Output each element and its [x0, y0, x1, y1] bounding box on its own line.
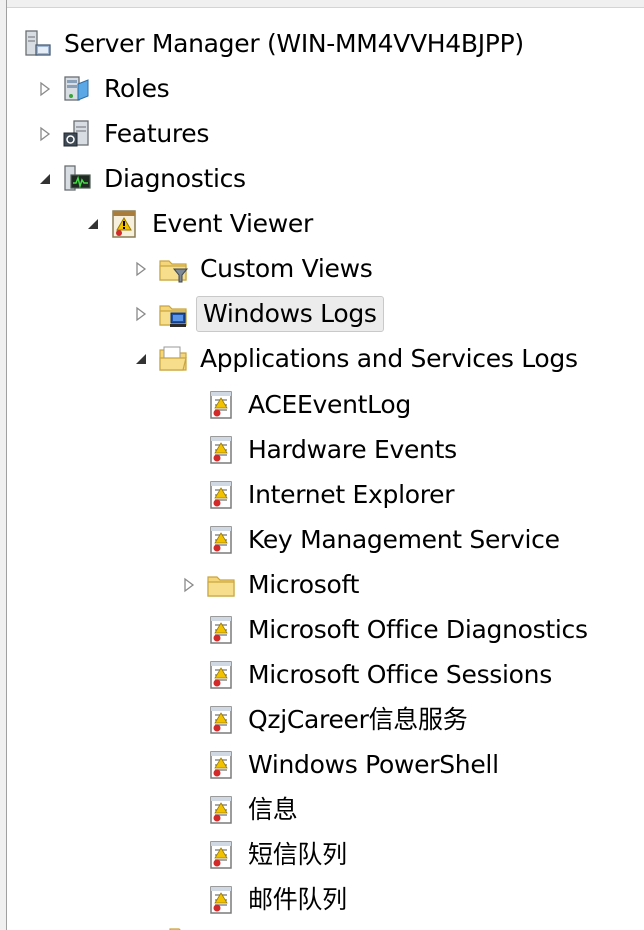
tree-node-label: ACEEventLog — [248, 390, 411, 419]
log-icon — [206, 660, 236, 690]
features-icon — [63, 120, 89, 147]
tree-node-label: 信息 — [248, 795, 298, 824]
log-icon — [206, 705, 236, 735]
tree-node-log[interactable]: Microsoft Office Sessions — [206, 653, 556, 697]
expand-arrow-icon[interactable] — [132, 260, 150, 278]
tree-node-log[interactable]: ACEEventLog — [206, 383, 415, 427]
tree-node-label: Microsoft Office Diagnostics — [248, 615, 588, 644]
tree-node-label: Microsoft Office Sessions — [248, 660, 552, 689]
tree-node-log[interactable]: 邮件队列 — [206, 878, 351, 922]
tree-node-log[interactable]: Windows PowerShell — [206, 743, 503, 787]
tree-node-label: 邮件队列 — [248, 885, 347, 914]
tree-node-log[interactable]: 短信队列 — [206, 833, 351, 877]
console-tree[interactable]: Server Manager (WIN-MM4VVH4BJPP) Roles F… — [8, 8, 644, 930]
log-icon — [206, 750, 236, 780]
tree-node-applications-services-logs[interactable]: Applications and Services Logs — [132, 337, 582, 381]
tree-node-log[interactable]: Internet Explorer — [206, 473, 458, 517]
tree-node-label: Key Management Service — [248, 525, 560, 554]
tree-node-log[interactable]: Key Management Service — [206, 518, 564, 562]
tree-node-log[interactable]: 信息 — [206, 788, 301, 832]
tree-node-label: Applications and Services Logs — [200, 344, 578, 373]
roles-icon — [64, 76, 89, 101]
diagnostics-icon — [64, 165, 91, 191]
window-left-edge — [0, 0, 7, 930]
expand-arrow-icon[interactable] — [36, 125, 54, 143]
expand-arrow-icon[interactable] — [36, 80, 54, 98]
log-icon — [206, 525, 236, 555]
window-top-edge — [0, 0, 644, 8]
tree-node-label: Roles — [104, 74, 170, 103]
log-icon — [206, 840, 236, 870]
tree-node-label: Hardware Events — [248, 435, 457, 464]
tree-node-diagnostics[interactable]: Diagnostics — [36, 157, 250, 201]
log-icon — [206, 390, 236, 420]
tree-node-roles[interactable]: Roles — [36, 67, 173, 111]
collapse-arrow-icon[interactable] — [36, 170, 54, 188]
tree-node-label: Server Manager (WIN-MM4VVH4BJPP) — [64, 29, 524, 58]
tree-node-label: 短信队列 — [248, 840, 347, 869]
collapse-arrow-icon[interactable] — [84, 215, 102, 233]
folder-filter-icon — [158, 254, 188, 283]
tree-node-log[interactable]: Microsoft Office Diagnostics — [206, 608, 592, 652]
tree-node-event-viewer[interactable]: Event Viewer — [84, 202, 317, 246]
tree-node-custom-views[interactable]: Custom Views — [132, 247, 376, 291]
tree-node-label: QzjCareer信息服务 — [248, 705, 468, 734]
tree-node-log[interactable]: Hardware Events — [206, 428, 461, 472]
tree-node-label: Features — [104, 119, 210, 148]
tree-node-label: Internet Explorer — [248, 480, 455, 509]
log-icon — [206, 435, 236, 465]
log-icon — [206, 885, 236, 915]
tree-node-windows-logs[interactable]: Windows Logs — [132, 292, 384, 336]
tree-node-label: Custom Views — [200, 254, 373, 283]
tree-node-server-manager[interactable]: Server Manager (WIN-MM4VVH4BJPP) — [22, 22, 528, 66]
expand-arrow-icon[interactable] — [132, 305, 150, 323]
folder-computer-icon — [158, 299, 188, 327]
tree-node-label: Diagnostics — [104, 164, 246, 193]
folder-icon — [169, 928, 181, 930]
event-viewer-icon — [112, 210, 136, 238]
expand-arrow-icon[interactable] — [180, 576, 198, 594]
tree-node-label: Event Viewer — [152, 209, 313, 238]
server-icon — [25, 30, 51, 56]
tree-node-label: Microsoft — [248, 570, 360, 599]
collapse-arrow-icon[interactable] — [132, 350, 150, 368]
log-icon — [206, 615, 236, 645]
tree-node-label: Windows PowerShell — [248, 750, 499, 779]
folder-icon — [206, 570, 236, 600]
tree-node-microsoft[interactable]: Microsoft — [180, 563, 363, 607]
tree-node-features[interactable]: Features — [36, 112, 213, 156]
log-icon — [206, 480, 236, 510]
tree-node-log[interactable]: QzjCareer信息服务 — [206, 698, 471, 742]
folder-open-icon — [158, 344, 188, 374]
tree-node-label: Windows Logs — [196, 296, 384, 332]
log-icon — [206, 795, 236, 825]
